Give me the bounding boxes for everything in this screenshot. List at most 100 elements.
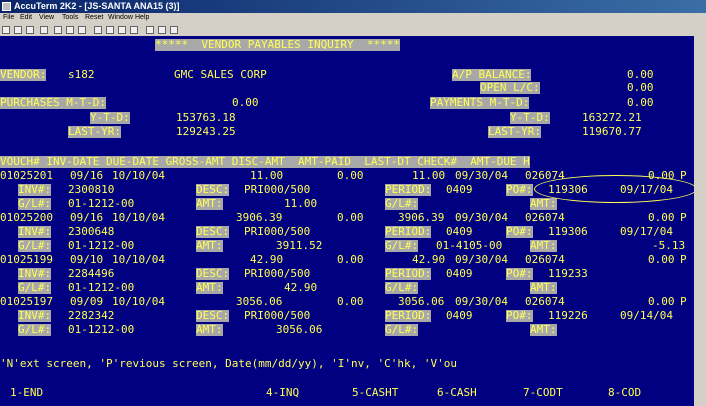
desc-value: PRI000/500 — [244, 309, 311, 322]
menu-reset[interactable]: Reset — [85, 14, 103, 21]
gl2-value: 01-4105-00 — [436, 239, 503, 252]
payments-ytd-label: Y-T-D: — [510, 111, 550, 124]
settings-icon[interactable] — [106, 26, 114, 34]
font-icon[interactable] — [118, 26, 126, 34]
columns-header: VOUCH# INV-DATE DUE-DATE GROSS-AMT DISC-… — [0, 155, 530, 168]
new-icon[interactable] — [2, 26, 10, 34]
open-icon[interactable] — [14, 26, 22, 34]
purchases-lastyr-value: 129243.25 — [176, 125, 236, 138]
voucher-due-date: 10/10/04 — [112, 253, 165, 266]
terminal-screen[interactable]: ***** VENDOR PAYABLES INQUIRY ***** VEND… — [0, 36, 706, 406]
save-icon[interactable] — [26, 26, 34, 34]
inv-value: 2284496 — [68, 267, 115, 280]
cut-icon[interactable] — [54, 26, 62, 34]
paste-icon[interactable] — [78, 26, 86, 34]
inv-label: INV#: — [18, 309, 52, 322]
desc-label: DESC: — [196, 225, 230, 238]
voucher-last-dt: 09/30/04 — [455, 295, 508, 308]
menu-view[interactable]: View — [39, 14, 54, 21]
menu-file[interactable]: File — [3, 14, 14, 21]
voucher-inv-date: 09/10 — [70, 253, 104, 266]
desc-label: DESC: — [196, 183, 230, 196]
voucher-check: 026074 — [525, 295, 565, 308]
po-label: PO#: — [506, 267, 533, 280]
voucher-inv-date: 09/09 — [70, 295, 104, 308]
payments-mtd-label: PAYMENTS M-T-D: — [430, 96, 530, 109]
help-icon[interactable] — [170, 26, 178, 34]
keyboard-icon[interactable] — [146, 26, 154, 34]
voucher-gross: 3906.39 — [236, 211, 283, 224]
file-transfer-icon[interactable] — [158, 26, 166, 34]
gl2-label: G/L#: — [385, 197, 419, 210]
voucher-check: 026074 — [525, 211, 565, 224]
po-date: 09/14/04 — [620, 309, 673, 322]
period-value: 0409 — [446, 309, 473, 322]
payments-ytd-value: 163272.21 — [582, 111, 642, 124]
voucher-disc: 0.00 — [337, 169, 364, 182]
period-value: 0409 — [446, 267, 473, 280]
voucher-inv-date: 09/16 — [70, 169, 104, 182]
po-value: 119226 — [548, 309, 588, 322]
fkey-6-cash[interactable]: 6-CASH — [437, 387, 477, 399]
fkey-4-inq[interactable]: 4-INQ — [266, 387, 299, 399]
menu-edit[interactable]: Edit — [20, 14, 32, 21]
fkey-8-cod[interactable]: 8-COD — [608, 387, 641, 399]
fkey-1-end[interactable]: 1-END — [10, 387, 43, 399]
period-label: PERIOD: — [385, 225, 432, 238]
inv-label: INV#: — [18, 267, 52, 280]
payments-lastyr-label: LAST-YR: — [488, 125, 541, 138]
desc-value: PRI000/500 — [244, 183, 311, 196]
voucher-paid: 3056.06 — [398, 295, 445, 308]
desc-label: DESC: — [196, 309, 230, 322]
copy-icon[interactable] — [66, 26, 74, 34]
title-bar[interactable]: AccuTerm 2K2 - [JS-SANTA ANA15 (3)] — [0, 0, 706, 13]
screen-title: ***** VENDOR PAYABLES INQUIRY ***** — [155, 38, 401, 51]
ap-balance-label: A/P BALANCE: — [452, 68, 532, 81]
purchases-mtd-label: PURCHASES M-T-D: — [0, 96, 106, 109]
ap-balance-value: 0.00 — [627, 68, 654, 81]
command-prompt: 'N'ext screen, 'P'revious screen, Date(m… — [0, 357, 457, 370]
voucher-last-dt: 09/30/04 — [455, 169, 508, 182]
voucher-hold: P — [680, 253, 687, 266]
vertical-scrollbar[interactable] — [694, 36, 706, 406]
open-lc-value: 0.00 — [627, 81, 654, 94]
voucher-hold: P — [680, 295, 687, 308]
amt-value: 3056.06 — [276, 323, 323, 336]
period-value: 0409 — [446, 225, 473, 238]
voucher-amt-due: 0.00 — [648, 295, 675, 308]
voucher-number: 01025201 — [0, 169, 53, 182]
voucher-last-dt: 09/30/04 — [455, 253, 508, 266]
amt-label: AMT: — [196, 197, 223, 210]
amt2-label: AMT: — [530, 281, 557, 294]
menu-tools[interactable]: Tools — [62, 14, 78, 21]
inv-value: 2282342 — [68, 309, 115, 322]
voucher-disc: 0.00 — [337, 295, 364, 308]
voucher-amt-due: 0.00 — [648, 253, 675, 266]
voucher-amt-due: 0.00 — [648, 211, 675, 224]
voucher-due-date: 10/10/04 — [112, 295, 165, 308]
voucher-paid: 42.90 — [412, 253, 446, 266]
voucher-due-date: 10/10/04 — [112, 211, 165, 224]
voucher-check: 026074 — [525, 253, 565, 266]
amt-value: 3911.52 — [276, 239, 323, 252]
print-icon[interactable] — [40, 26, 48, 34]
menu-help[interactable]: Help — [135, 14, 149, 21]
voucher-disc: 0.00 — [337, 253, 364, 266]
gl-label: G/L#: — [18, 239, 52, 252]
payments-lastyr-value: 119670.77 — [582, 125, 642, 138]
check-icon[interactable] — [94, 26, 102, 34]
fkey-7-codt[interactable]: 7-CODT — [523, 387, 563, 399]
fkey-5-casht[interactable]: 5-CASHT — [352, 387, 398, 399]
inv-label: INV#: — [18, 183, 52, 196]
color-icon[interactable] — [130, 26, 138, 34]
voucher-gross: 11.00 — [250, 169, 284, 182]
app-icon — [2, 2, 11, 11]
menu-window[interactable]: Window — [108, 14, 133, 21]
voucher-paid: 11.00 — [412, 169, 446, 182]
purchases-lastyr-label: LAST-YR: — [68, 125, 121, 138]
voucher-gross: 42.90 — [250, 253, 284, 266]
amt2-value: -5.13 — [652, 239, 686, 252]
gl2-label: G/L#: — [385, 323, 419, 336]
period-label: PERIOD: — [385, 267, 432, 280]
menu-bar: File Edit View Tools Reset Window Help — [0, 13, 706, 24]
